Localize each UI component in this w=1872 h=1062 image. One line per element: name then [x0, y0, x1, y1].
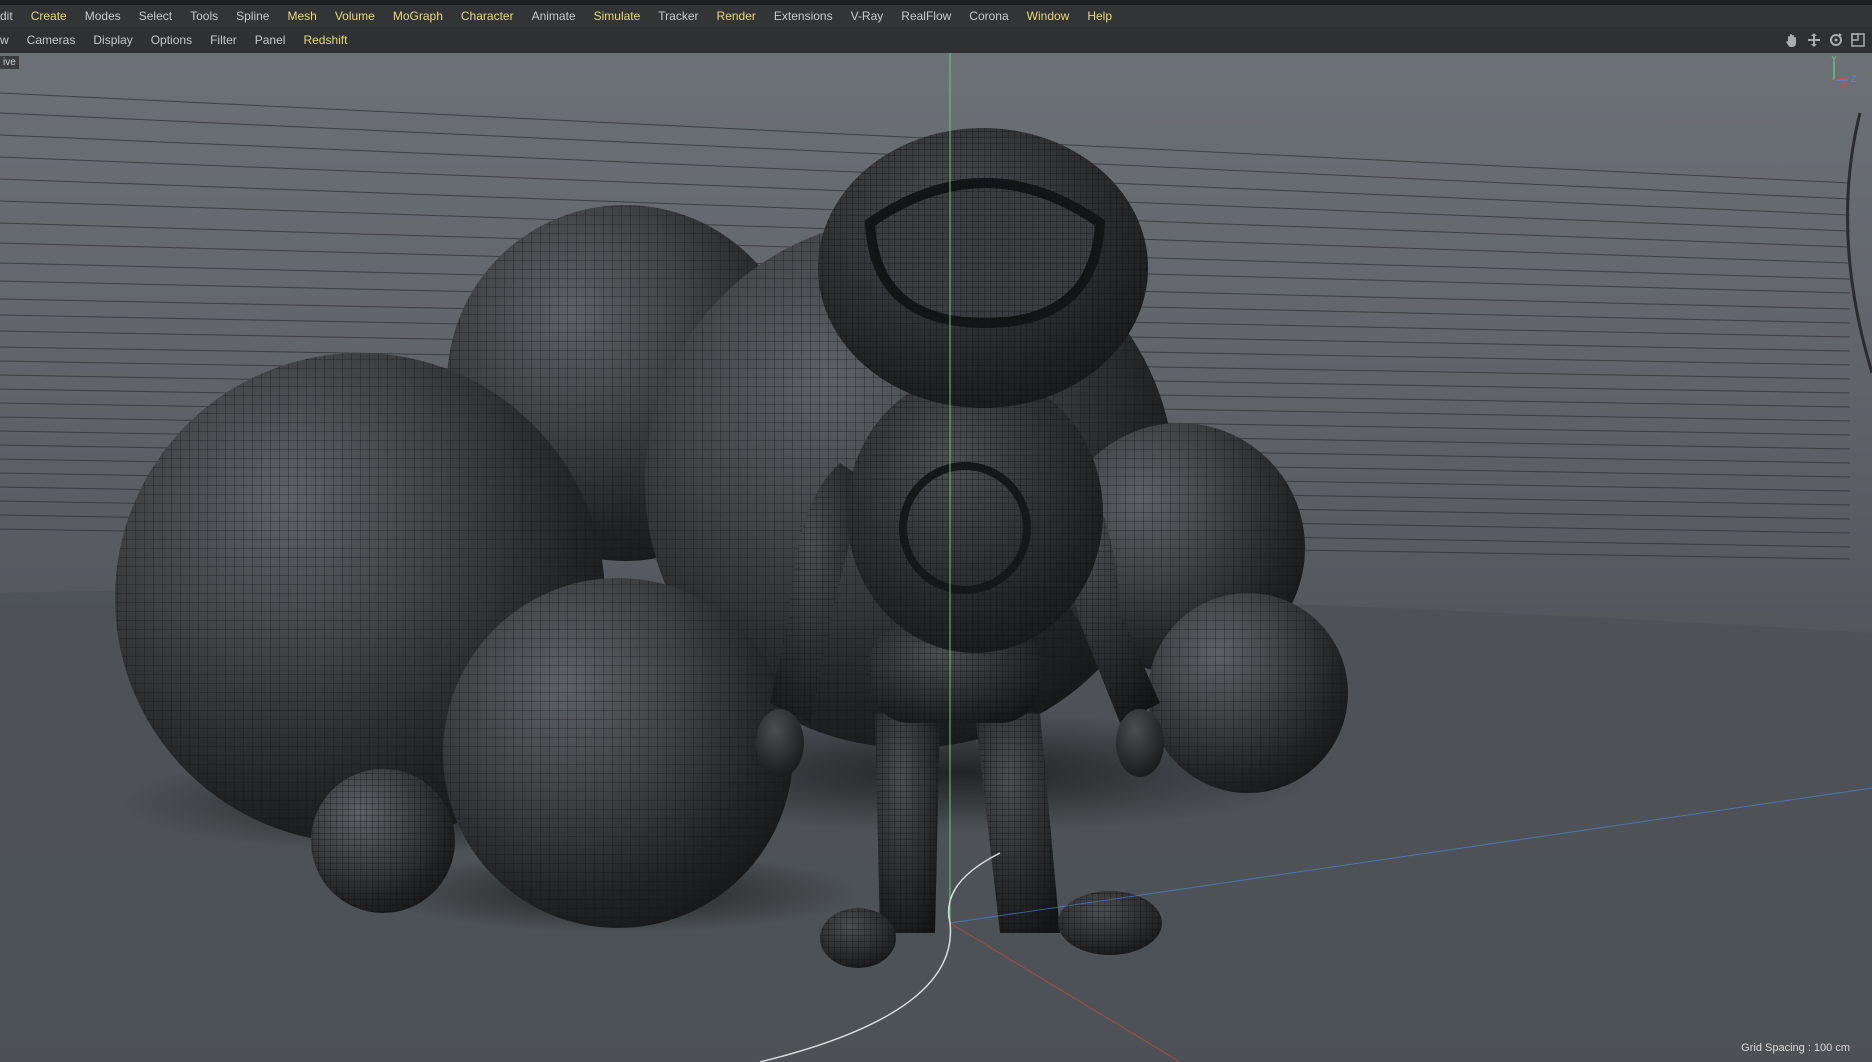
view-menu-w[interactable]: w [0, 33, 18, 47]
menu-item-help[interactable]: Help [1078, 9, 1121, 23]
view-label: ive [0, 56, 19, 69]
view-menu-panel[interactable]: Panel [246, 33, 295, 47]
view-menu-cameras[interactable]: Cameras [18, 33, 85, 47]
menu-item-mesh[interactable]: Mesh [278, 9, 325, 23]
menu-item-realflow[interactable]: RealFlow [892, 9, 960, 23]
menu-item-mograph[interactable]: MoGraph [384, 9, 452, 23]
sphere-right-small [1148, 593, 1348, 793]
main-menubar: dit Create Modes Select Tools Spline Mesh Volum… [0, 5, 1872, 27]
menu-item-tools[interactable]: Tools [181, 9, 227, 23]
move-icon[interactable] [1806, 32, 1822, 48]
view-menu-options[interactable]: Options [142, 33, 201, 47]
menu-item-character[interactable]: Character [452, 9, 523, 23]
menu-item-window[interactable]: Window [1018, 9, 1079, 23]
menu-item-simulate[interactable]: Simulate [585, 9, 650, 23]
maximize-icon[interactable] [1850, 32, 1866, 48]
view-menu-redshift[interactable]: Redshift [294, 33, 356, 47]
menu-item-corona[interactable]: Corona [960, 9, 1017, 23]
menu-item-modes[interactable]: Modes [76, 9, 130, 23]
menu-item-volume[interactable]: Volume [326, 9, 384, 23]
axis-z-label: Z [1851, 74, 1857, 84]
menu-item-create[interactable]: Create [22, 9, 76, 23]
view-menu-display[interactable]: Display [84, 33, 141, 47]
axis-x-label: X [1841, 79, 1847, 89]
menu-item-animate[interactable]: Animate [523, 9, 585, 23]
viewport-nav-icons [1784, 31, 1866, 49]
view-menu-filter[interactable]: Filter [201, 33, 246, 47]
menu-item-tracker[interactable]: Tracker [649, 9, 707, 23]
sphere-tiny [311, 769, 455, 913]
menu-item-spline[interactable]: Spline [227, 9, 278, 23]
rotate-icon[interactable] [1828, 32, 1844, 48]
backdrop-edge [1846, 112, 1872, 374]
menu-item-render[interactable]: Render [708, 9, 765, 23]
perspective-viewport[interactable]: ive Y X Z Grid Spacing : 100 cm [0, 53, 1872, 1062]
axis-y-label: Y [1831, 56, 1837, 64]
hand-icon[interactable] [1784, 32, 1800, 48]
axis-gizmo: Y X Z [1822, 56, 1862, 96]
sphere-front-left [443, 578, 793, 928]
menu-item-v-ray[interactable]: V-Ray [842, 9, 893, 23]
viewport-scene [0, 53, 1872, 1062]
menu-item-extensions[interactable]: Extensions [765, 9, 842, 23]
viewport-menubar: w Cameras Display Options Filter Panel Redshif… [0, 27, 1872, 54]
grid-spacing-readout: Grid Spacing : 100 cm [1741, 1042, 1850, 1054]
menu-item-dit[interactable]: dit [0, 9, 22, 23]
menu-item-select[interactable]: Select [130, 9, 181, 23]
